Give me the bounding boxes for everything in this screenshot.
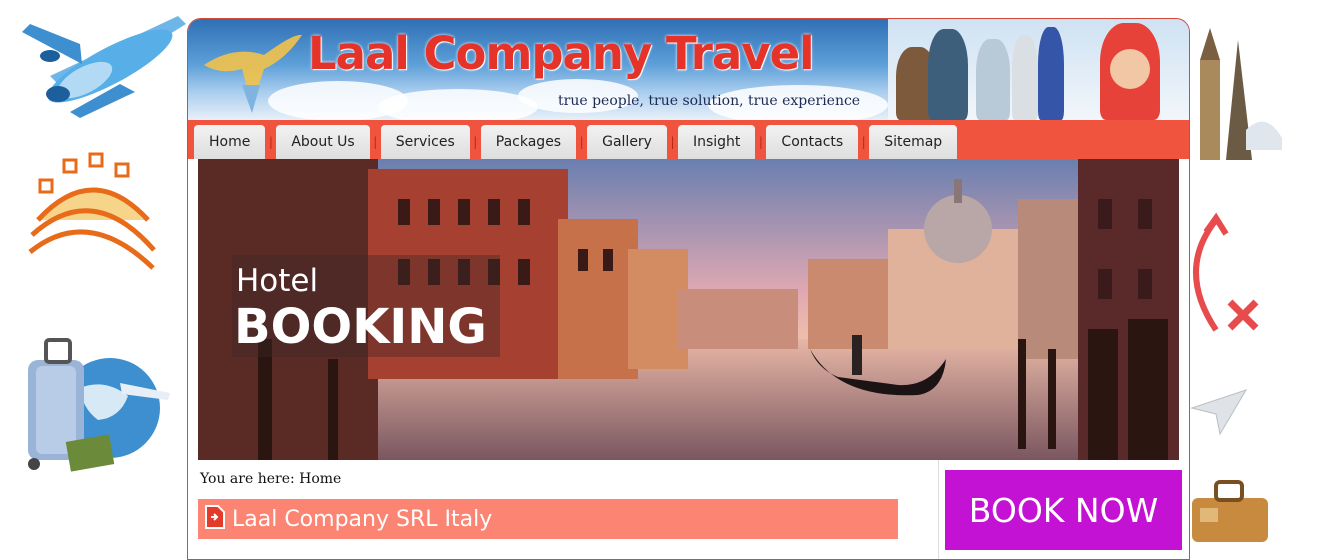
banner-line-hotel: Hotel xyxy=(236,263,319,299)
luggage-icon xyxy=(1186,476,1276,542)
arrow-x-icon xyxy=(1186,210,1266,340)
column-divider xyxy=(938,460,939,559)
nav-packages[interactable]: Packages xyxy=(480,125,577,159)
site-title: Laal Company Travel xyxy=(308,27,815,80)
section-heading: Laal Company SRL Italy xyxy=(198,499,898,539)
nav-gallery[interactable]: Gallery xyxy=(587,125,667,159)
document-icon xyxy=(204,504,226,534)
hero-banner: Hotel BOOKING xyxy=(198,159,1179,460)
airplane-icon xyxy=(10,4,190,124)
nav-home[interactable]: Home xyxy=(194,125,266,159)
site-header: Laal Company Travel true people, true so… xyxy=(188,19,1189,120)
paper-plane-icon xyxy=(1190,378,1250,438)
landmarks-icon xyxy=(1186,20,1286,170)
section-title: Laal Company SRL Italy xyxy=(232,506,493,532)
nav-sitemap[interactable]: Sitemap xyxy=(869,125,958,159)
book-now-button[interactable]: BOOK NOW xyxy=(945,470,1182,550)
site-container: Laal Company Travel true people, true so… xyxy=(187,18,1190,560)
site-tagline: true people, true solution, true experie… xyxy=(558,93,861,109)
nav-insight[interactable]: Insight xyxy=(677,125,756,159)
nav-about-us[interactable]: About Us xyxy=(276,125,370,159)
suitcase-globe-icon xyxy=(10,338,175,478)
nav-contacts[interactable]: Contacts xyxy=(766,125,859,159)
eagle-logo-icon xyxy=(194,25,304,115)
sun-icon xyxy=(28,150,158,275)
main-navigation: Home | About Us | Services | Packages | Gall… xyxy=(188,120,1189,159)
banner-line-booking: BOOKING xyxy=(234,299,487,355)
header-travelers-image xyxy=(888,19,1189,120)
breadcrumb: You are here: Home xyxy=(200,471,342,487)
nav-services[interactable]: Services xyxy=(380,125,470,159)
